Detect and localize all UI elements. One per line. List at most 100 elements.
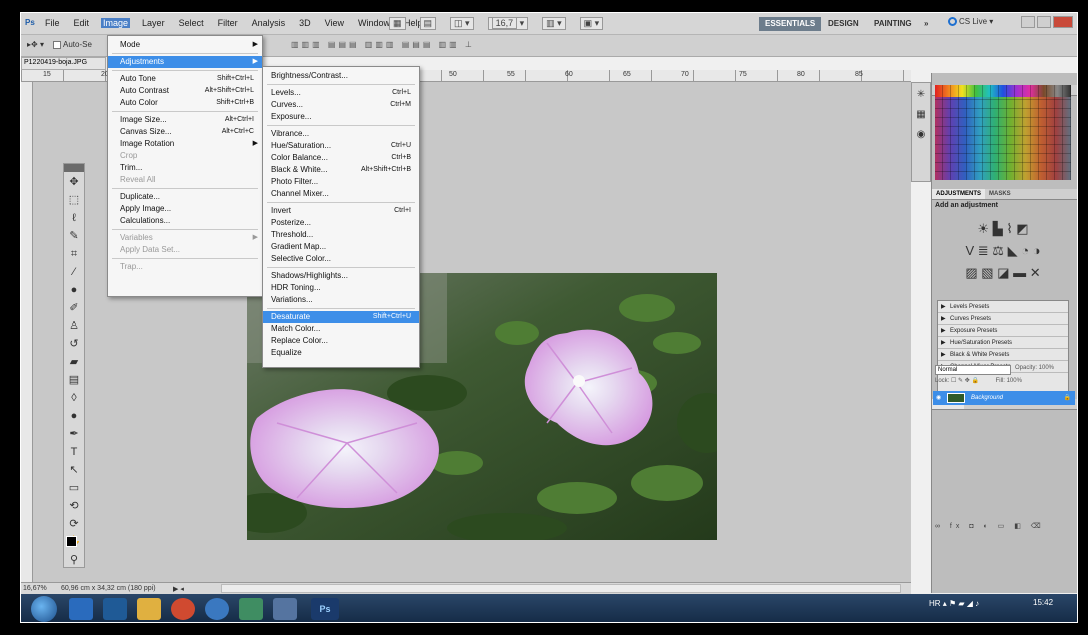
- status-menu-arrow-icon[interactable]: ▶ ◂: [173, 585, 184, 593]
- swatches-rows[interactable]: [935, 97, 1071, 180]
- menu-window[interactable]: Window: [356, 18, 392, 28]
- menu-item-apply-image[interactable]: Apply Image...: [108, 203, 262, 215]
- menu-item-exposure[interactable]: Exposure...: [263, 111, 419, 123]
- menu-item-curves[interactable]: Curves... Ctrl+M: [263, 99, 419, 111]
- explorer-taskbar-icon[interactable]: [137, 598, 161, 620]
- menu-item-auto-contrast[interactable]: Auto Contrast Alt+Shift+Ctrl+L: [108, 85, 262, 97]
- preset-exposure-presets[interactable]: Exposure Presets: [938, 325, 1068, 337]
- zoom-tool-icon[interactable]: ⚲: [65, 552, 83, 568]
- menu-item-mode[interactable]: Mode ▶: [108, 39, 262, 51]
- menu-file[interactable]: File: [43, 18, 62, 28]
- menu-item-hue-saturation[interactable]: Hue/Saturation... Ctrl+U: [263, 140, 419, 152]
- gradient-map-icon[interactable]: ▬: [1013, 265, 1026, 280]
- close-button[interactable]: [1053, 16, 1073, 28]
- menu-item-posterize[interactable]: Posterize...: [263, 217, 419, 229]
- menu-item-selective-color[interactable]: Selective Color...: [263, 253, 419, 265]
- workspace-design-button[interactable]: DESIGN: [822, 17, 865, 31]
- menu-filter[interactable]: Filter: [216, 18, 240, 28]
- zoom-level-dropdown[interactable]: 16,7 ▾: [487, 17, 529, 30]
- language-indicator[interactable]: HR: [929, 599, 941, 608]
- auto-select-checkbox[interactable]: Auto-Se: [53, 40, 92, 49]
- menu-item-equalize[interactable]: Equalize: [263, 347, 419, 359]
- color-balance-icon[interactable]: ⚖: [992, 243, 1004, 258]
- menu-item-hdr-toning[interactable]: HDR Toning...: [263, 282, 419, 294]
- opacity-field[interactable]: Opacity: 100%: [1015, 365, 1054, 371]
- menu-item-auto-tone[interactable]: Auto Tone Shift+Ctrl+L: [108, 73, 262, 85]
- menu-item-canvas-size[interactable]: Canvas Size... Alt+Ctrl+C: [108, 126, 262, 138]
- menu-3d[interactable]: 3D: [297, 18, 313, 28]
- preset-levels-presets[interactable]: Levels Presets: [938, 301, 1068, 313]
- channel-mixer-icon[interactable]: ◑: [1033, 243, 1041, 258]
- menu-item-image-rotation[interactable]: Image Rotation ▶: [108, 138, 262, 150]
- history-brush-tool-icon[interactable]: ↺: [65, 336, 83, 352]
- menu-item-calculations[interactable]: Calculations...: [108, 215, 262, 227]
- hue-saturation-icon[interactable]: ≣: [978, 243, 989, 258]
- menu-item-adjustments[interactable]: Adjustments ▶: [108, 56, 262, 68]
- vibrance-icon[interactable]: V: [965, 243, 974, 258]
- minimize-button[interactable]: [1021, 16, 1035, 28]
- ie-taskbar-icon[interactable]: [69, 598, 93, 620]
- menu-item-apply-data-set[interactable]: Apply Data Set...: [108, 244, 262, 256]
- type-tool-icon[interactable]: T: [65, 444, 83, 460]
- menu-item-variables[interactable]: Variables ▶: [108, 232, 262, 244]
- layers-footer-icons[interactable]: ∞ fx ◘ ◐ ▭ ◧ ⌫: [935, 522, 1045, 530]
- visibility-eye-icon[interactable]: ◉: [936, 391, 941, 405]
- photoshop-taskbar-icon[interactable]: Ps: [311, 598, 339, 620]
- menu-item-variations[interactable]: Variations...: [263, 294, 419, 306]
- clock[interactable]: 15:42: [1033, 598, 1053, 608]
- menu-item-reveal-all[interactable]: Reveal All: [108, 174, 262, 186]
- menu-item-desaturate[interactable]: Desaturate Shift+Ctrl+U: [263, 311, 419, 323]
- marquee-tool-icon[interactable]: ⬚: [65, 192, 83, 208]
- menu-item-shadows-highlights[interactable]: Shadows/Highlights...: [263, 270, 419, 282]
- black-white-icon[interactable]: ◣: [1008, 243, 1018, 258]
- firefox-taskbar-icon[interactable]: [205, 598, 229, 620]
- menu-item-color-balance[interactable]: Color Balance... Ctrl+B: [263, 152, 419, 164]
- window-taskbar-icon[interactable]: [273, 598, 297, 620]
- status-zoom[interactable]: 16,67%: [23, 585, 47, 592]
- invert-icon[interactable]: ▨: [965, 265, 977, 280]
- clone-stamp-tool-icon[interactable]: ♙: [65, 318, 83, 334]
- menu-item-auto-color[interactable]: Auto Color Shift+Ctrl+B: [108, 97, 262, 109]
- swatches-panel-icon[interactable]: ▦: [914, 109, 928, 123]
- menu-item-brightness-contrast[interactable]: Brightness/Contrast...: [263, 70, 419, 82]
- move-tool-preset-icon[interactable]: ▸✥ ▾: [27, 40, 44, 49]
- 3d-orbit-tool-icon[interactable]: ⟳: [65, 516, 83, 532]
- swatches-grid[interactable]: [935, 85, 1071, 180]
- exposure-icon[interactable]: ◩: [1016, 221, 1028, 236]
- menu-image[interactable]: Image: [101, 18, 131, 28]
- align-buttons[interactable]: ▥▥▥ ▤▤▤ ▥▥▥ ▤▤▤ ▥▥ ⊥: [291, 40, 475, 49]
- workspace-essentials-button[interactable]: ESSENTIALS: [759, 17, 822, 31]
- menu-item-levels[interactable]: Levels... Ctrl+L: [263, 87, 419, 99]
- chrome-taskbar-icon[interactable]: [171, 598, 195, 620]
- menu-item-photo-filter[interactable]: Photo Filter...: [263, 176, 419, 188]
- photo-viewer-taskbar-icon[interactable]: [239, 598, 263, 620]
- menu-item-invert[interactable]: Invert Ctrl+I: [263, 205, 419, 217]
- horizontal-scrollbar[interactable]: [221, 584, 901, 593]
- selective-color-icon[interactable]: ✕: [1030, 265, 1041, 280]
- lasso-tool-icon[interactable]: ℓ: [65, 210, 83, 226]
- photo-filter-icon[interactable]: ◔: [1021, 243, 1029, 258]
- menu-item-trap[interactable]: Trap...: [108, 261, 262, 273]
- healing-brush-tool-icon[interactable]: ●: [65, 282, 83, 298]
- shape-tool-icon[interactable]: ▭: [65, 480, 83, 496]
- 3d-rotate-tool-icon[interactable]: ⟲: [65, 498, 83, 514]
- cs-live-button[interactable]: CS Live ▾: [948, 17, 993, 27]
- menu-item-replace-color[interactable]: Replace Color...: [263, 335, 419, 347]
- quick-selection-tool-icon[interactable]: ✎: [65, 228, 83, 244]
- menu-item-trim[interactable]: Trim...: [108, 162, 262, 174]
- levels-icon[interactable]: ▙: [993, 221, 1003, 236]
- menu-layer[interactable]: Layer: [140, 18, 167, 28]
- menu-item-duplicate[interactable]: Duplicate...: [108, 191, 262, 203]
- start-button[interactable]: [31, 596, 57, 622]
- preset-hue-saturation-presets[interactable]: Hue/Saturation Presets: [938, 337, 1068, 349]
- blend-mode-dropdown[interactable]: Normal: [935, 365, 1011, 375]
- menu-item-threshold[interactable]: Threshold...: [263, 229, 419, 241]
- screen-mode-icon[interactable]: ▣ ▾: [579, 17, 604, 30]
- dodge-tool-icon[interactable]: ●: [65, 408, 83, 424]
- preset-curves-presets[interactable]: Curves Presets: [938, 313, 1068, 325]
- media-taskbar-icon[interactable]: [103, 598, 127, 620]
- menu-analysis[interactable]: Analysis: [250, 18, 288, 28]
- workspace-more-button[interactable]: »: [918, 17, 934, 31]
- arrange-documents-icon[interactable]: ▥ ▾: [542, 17, 566, 30]
- menu-item-vibrance[interactable]: Vibrance...: [263, 128, 419, 140]
